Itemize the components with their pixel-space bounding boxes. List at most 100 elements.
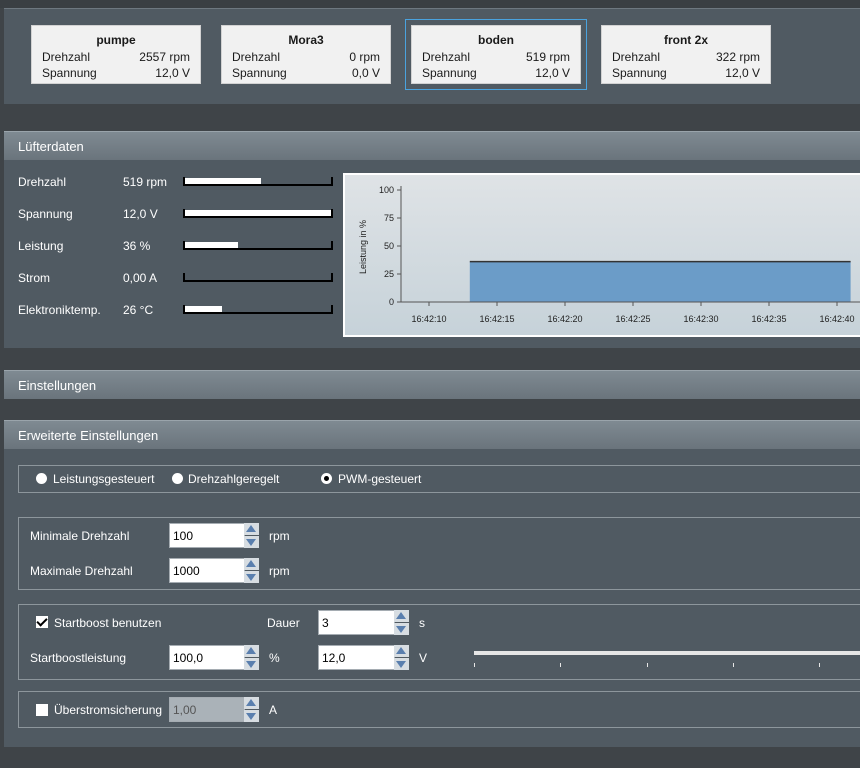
startboost-label[interactable]: Startboost benutzen [54,616,161,630]
settings-header[interactable]: Einstellungen [4,370,860,399]
bar-fill [185,210,331,216]
min-speed-label: Minimale Drehzahl [30,529,130,543]
spin-down-icon[interactable] [244,571,259,583]
power-chart-svg: 0 25 50 75 100 16:42:10 16:42:15 16:42:20 16:42:… [358,185,860,324]
spin-up-icon[interactable] [244,645,259,657]
power-bar [183,241,333,250]
duration-label: Dauer [267,616,300,630]
duration-unit: s [419,616,425,630]
x-tick-label: 16:42:25 [615,314,650,324]
fan-speed-label: Drehzahl [422,50,471,64]
data-label-speed: Drehzahl [18,175,67,189]
max-speed-spinner[interactable] [244,558,259,583]
radio-power-controlled-label[interactable]: Leistungsgesteuert [53,472,154,486]
spin-up-icon[interactable] [244,697,259,709]
x-tick-label: 16:42:40 [819,314,854,324]
fan-tile-pumpe[interactable]: pumpe Drehzahl 2557 rpm Spannung 12,0 V [31,25,201,84]
x-tick-label: 16:42:10 [411,314,446,324]
area-fill [469,261,851,302]
boost-power-input[interactable] [169,645,245,670]
speed-bar [183,177,333,186]
spin-down-icon[interactable] [394,658,409,670]
radio-pwm-controlled[interactable] [321,473,332,484]
fan-name: front 2x [663,33,708,47]
radio-speed-controlled-label[interactable]: Drehzahlgeregelt [188,472,279,486]
fan-speed-value: 519 rpm [525,50,570,64]
fan-tile-mora3[interactable]: Mora3 Drehzahl 0 rpm Spannung 0,0 V [221,25,391,84]
max-speed-unit: rpm [269,564,290,578]
y-tick-label: 75 [384,213,394,223]
spin-down-icon[interactable] [244,536,259,548]
slider-tick [647,663,648,667]
boost-power-spinner[interactable] [244,645,259,670]
spin-up-icon[interactable] [244,523,259,535]
y-tick-label: 25 [384,269,394,279]
boost-slider[interactable] [474,651,860,655]
fan-data-header[interactable]: Lüfterdaten [4,131,860,160]
y-axis-label: Leistung in % [358,220,368,274]
spin-down-icon[interactable] [244,658,259,670]
max-speed-label: Maximale Drehzahl [30,564,133,578]
power-chart: 0 25 50 75 100 16:42:10 16:42:15 16:42:20 16:42:… [343,173,860,337]
data-label-current: Strom [18,271,51,285]
radio-speed-controlled[interactable] [172,473,183,484]
min-speed-input[interactable] [169,523,245,548]
advanced-settings-header[interactable]: Erweiterte Einstellungen [4,420,860,449]
x-tick-label: 16:42:20 [547,314,582,324]
x-tick-label: 16:42:30 [683,314,718,324]
fan-voltage-label: Spannung [612,66,667,80]
slider-tick [733,663,734,667]
data-value-speed: 519 rpm [123,175,168,189]
radio-pwm-controlled-label[interactable]: PWM-gesteuert [338,472,421,486]
data-value-current: 0,00 A [123,271,158,285]
spin-down-icon[interactable] [244,710,259,722]
overcurrent-spinner[interactable] [244,697,259,722]
fan-tile-boden[interactable]: boden Drehzahl 519 rpm Spannung 12,0 V [405,19,587,90]
boost-voltage-spinner[interactable] [394,645,409,670]
boost-power-unit: % [269,651,280,665]
duration-input[interactable] [318,610,395,635]
speed-range-group [18,517,860,590]
data-value-power: 36 % [123,239,151,253]
spin-down-icon[interactable] [394,623,409,635]
slider-tick [560,663,561,667]
boost-voltage-input[interactable] [318,645,395,670]
x-tick-label: 16:42:15 [479,314,514,324]
data-label-temp: Elektroniktemp. [18,303,101,317]
y-tick-label: 100 [379,185,394,195]
fan-tile-front-2x[interactable]: front 2x Drehzahl 322 rpm Spannung 12,0 V [601,25,771,84]
fan-voltage-label: Spannung [232,66,287,80]
spin-up-icon[interactable] [244,558,259,570]
temp-bar [183,305,333,314]
fan-voltage-label: Spannung [422,66,477,80]
fan-voltage-value: 12,0 V [155,66,190,80]
overcurrent-checkbox[interactable] [36,704,48,716]
overcurrent-input[interactable] [169,697,245,722]
fan-speed-value: 322 rpm [715,50,760,64]
data-value-temp: 26 °C [123,303,154,317]
data-value-voltage: 12,0 V [123,207,158,221]
min-speed-unit: rpm [269,529,290,543]
fan-name: pumpe [96,33,136,47]
bar-fill [185,306,222,312]
slider-tick [819,663,820,667]
current-bar [183,273,333,282]
bar-fill [185,242,238,248]
overcurrent-unit: A [269,703,278,717]
startboost-checkbox[interactable] [36,616,48,628]
duration-spinner[interactable] [394,610,409,635]
bar-fill [185,178,261,184]
boost-power-label: Startboostleistung [30,651,127,665]
overcurrent-label[interactable]: Überstromsicherung [54,703,162,717]
fan-speed-label: Drehzahl [612,50,661,64]
y-tick-label: 0 [389,297,394,307]
min-speed-spinner[interactable] [244,523,259,548]
fan-voltage-value: 12,0 V [725,66,760,80]
fan-speed-label: Drehzahl [232,50,281,64]
data-label-power: Leistung [18,239,64,253]
spin-up-icon[interactable] [394,645,409,657]
voltage-bar [183,209,333,218]
max-speed-input[interactable] [169,558,245,583]
radio-power-controlled[interactable] [36,473,47,484]
spin-up-icon[interactable] [394,610,409,622]
